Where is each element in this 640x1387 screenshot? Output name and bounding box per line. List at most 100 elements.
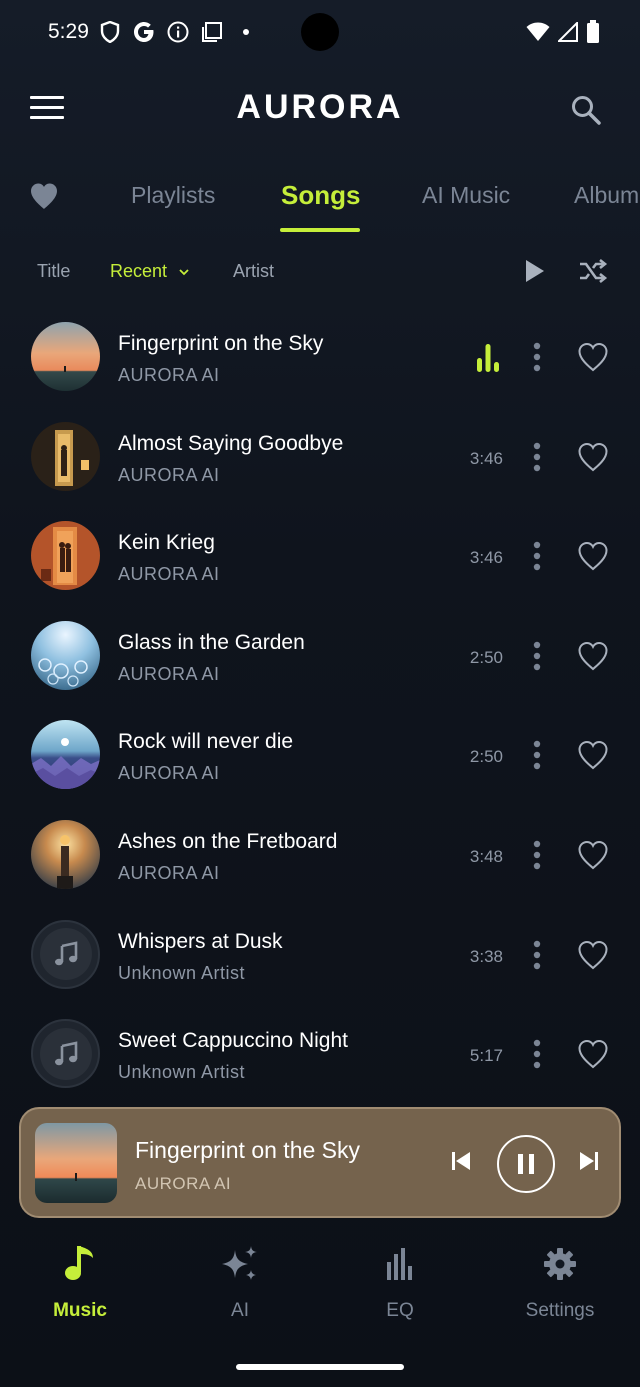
music-note-icon: [20, 1238, 140, 1290]
search-button[interactable]: [570, 94, 602, 126]
song-row[interactable]: Rock will never die AURORA AI 2:50: [0, 704, 640, 804]
song-row[interactable]: Almost Saying Goodbye AURORA AI 3:46: [0, 406, 640, 506]
tab-ai-music[interactable]: AI Music: [422, 182, 510, 209]
heart-outline-icon: [578, 1040, 608, 1069]
google-icon: [132, 20, 156, 44]
search-icon: [572, 96, 601, 125]
nav-label: EQ: [386, 1300, 414, 1321]
more-options-button[interactable]: [529, 840, 545, 870]
status-time: 5:29: [48, 20, 89, 43]
song-list: Fingerprint on the Sky AURORA AI Almost …: [0, 306, 640, 1103]
more-vert-icon: [533, 1039, 541, 1069]
system-icons: [526, 20, 600, 49]
music-note-icon: [39, 1027, 92, 1080]
song-title: Whispers at Dusk: [118, 929, 283, 953]
battery-icon: [586, 20, 600, 49]
nav-label: Music: [53, 1300, 107, 1321]
sort-recent[interactable]: Recent: [110, 261, 190, 282]
song-title: Ashes on the Fretboard: [118, 829, 338, 853]
song-duration: 3:38: [469, 946, 503, 966]
gear-icon: [500, 1238, 620, 1290]
tab-album[interactable]: Album: [574, 182, 639, 209]
song-artist: AURORA AI: [118, 564, 220, 585]
favorite-button[interactable]: [577, 940, 609, 970]
more-options-button[interactable]: [529, 342, 545, 372]
song-title: Almost Saying Goodbye: [118, 431, 344, 455]
pause-icon: [518, 1154, 534, 1174]
song-duration: 5:17: [469, 1046, 503, 1066]
favorite-button[interactable]: [577, 840, 609, 870]
song-title: Fingerprint on the Sky: [118, 332, 324, 355]
favorite-button[interactable]: [577, 1039, 609, 1069]
now-playing-icon: [476, 344, 500, 372]
equalizer-icon: [340, 1238, 460, 1290]
song-title: Sweet Cappuccino Night: [118, 1029, 348, 1053]
heart-outline-icon: [578, 840, 608, 870]
nav-ai[interactable]: AI: [180, 1238, 300, 1322]
signal-icon: [556, 20, 578, 47]
shuffle-button[interactable]: [578, 258, 608, 289]
sort-recent-label: Recent: [110, 261, 168, 281]
home-indicator[interactable]: [236, 1364, 404, 1370]
sort-title[interactable]: Title: [37, 261, 70, 282]
more-options-button[interactable]: [529, 740, 545, 770]
song-artist: Unknown Artist: [118, 962, 246, 983]
chevron-down-icon: [179, 269, 189, 276]
song-artist: AURORA AI: [118, 365, 220, 385]
nav-settings[interactable]: Settings: [500, 1238, 620, 1322]
more-options-button[interactable]: [529, 641, 545, 671]
pause-button[interactable]: [497, 1135, 555, 1193]
song-row[interactable]: Glass in the Garden AURORA AI 2:50: [0, 605, 640, 705]
album-art: [31, 720, 100, 790]
more-options-button[interactable]: [529, 541, 545, 571]
song-row[interactable]: Fingerprint on the Sky AURORA AI: [0, 306, 640, 406]
heart-outline-icon: [578, 741, 608, 770]
more-vert-icon: [533, 342, 541, 372]
play-all-button[interactable]: [524, 258, 546, 289]
skip-previous-icon: [452, 1152, 470, 1170]
more-options-button[interactable]: [529, 1039, 545, 1069]
album-art: [31, 819, 100, 889]
mini-player[interactable]: Fingerprint on the Sky AURORA AI: [19, 1107, 621, 1218]
heart-filled-icon: [31, 183, 57, 209]
shield-icon: [98, 20, 122, 44]
more-vert-icon: [533, 641, 541, 670]
favorite-button[interactable]: [577, 342, 609, 372]
bottom-navigation: Music AI EQ Settings: [0, 1238, 640, 1338]
info-icon: [166, 20, 190, 44]
sort-artist[interactable]: Artist: [233, 261, 274, 282]
favorite-button[interactable]: [577, 740, 609, 770]
dot-icon: [234, 20, 258, 44]
wifi-icon: [526, 22, 550, 47]
nav-label: AI: [231, 1300, 249, 1321]
favorite-button[interactable]: [577, 442, 609, 472]
more-options-button[interactable]: [529, 442, 545, 472]
camera-cutout: [301, 13, 339, 51]
sort-bar: Title Recent Artist: [0, 250, 640, 294]
nav-music[interactable]: Music: [20, 1238, 140, 1322]
previous-button[interactable]: [449, 1149, 473, 1178]
album-art: [31, 521, 100, 591]
heart-outline-icon: [578, 342, 608, 372]
more-vert-icon: [533, 840, 541, 870]
next-button[interactable]: [577, 1149, 601, 1178]
song-row[interactable]: Whispers at Dusk Unknown Artist 3:38: [0, 904, 640, 1004]
play-icon: [526, 260, 544, 282]
tab-playlists[interactable]: Playlists: [131, 182, 215, 209]
song-row[interactable]: Sweet Cappuccino Night Unknown Artist 5:…: [0, 1003, 640, 1103]
favorite-button[interactable]: [577, 541, 609, 571]
more-vert-icon: [533, 940, 541, 969]
favorite-button[interactable]: [577, 641, 609, 671]
nav-eq[interactable]: EQ: [340, 1238, 460, 1322]
tab-songs[interactable]: Songs: [281, 180, 360, 211]
mini-player-artist: AURORA AI: [135, 1174, 232, 1193]
app-header: AURORA: [0, 80, 640, 144]
skip-next-icon: [580, 1152, 598, 1170]
song-row[interactable]: Ashes on the Fretboard AURORA AI 3:48: [0, 804, 640, 904]
song-row[interactable]: Kein Krieg AURORA AI 3:46: [0, 505, 640, 605]
song-title: Kein Krieg: [118, 531, 215, 555]
tab-favorites[interactable]: [29, 182, 59, 210]
heart-outline-icon: [578, 940, 608, 969]
more-options-button[interactable]: [529, 940, 545, 970]
song-duration: 2:50: [469, 647, 503, 667]
